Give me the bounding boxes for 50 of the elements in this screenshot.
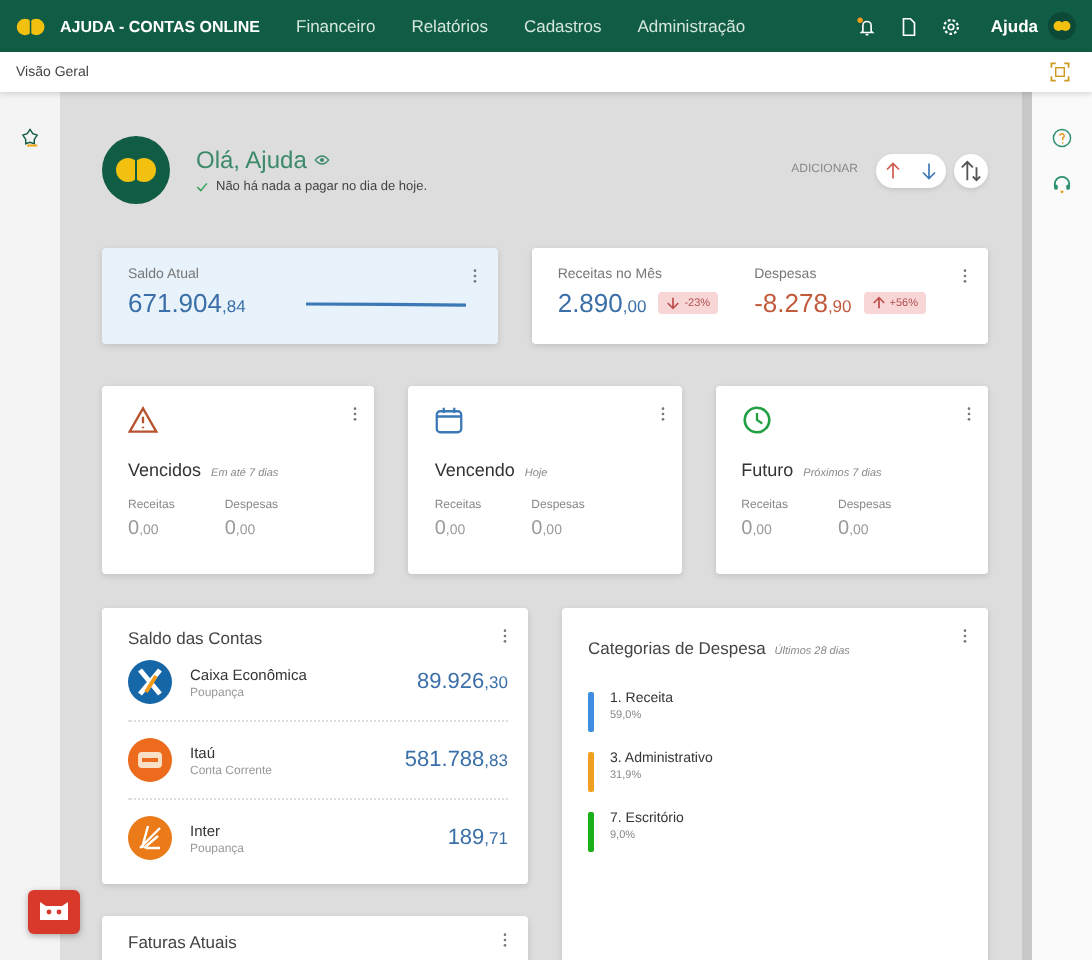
clock-icon [741, 406, 772, 434]
more-icon[interactable] [502, 932, 508, 948]
menu-item[interactable]: Relatórios [411, 16, 488, 36]
user-avatar-icon[interactable] [1048, 12, 1076, 40]
settings-icon[interactable] [940, 15, 963, 37]
warning-icon [128, 406, 158, 434]
bot-face-icon [38, 900, 70, 924]
bell-icon[interactable] [856, 15, 879, 37]
account-balance: 89.926,30 [417, 670, 508, 694]
fullscreen-icon[interactable] [1050, 62, 1070, 82]
greeting-title: Olá, Ajuda [196, 146, 307, 174]
more-icon[interactable] [471, 268, 478, 284]
account-balance: 581.788,83 [404, 748, 508, 772]
more-icon[interactable] [502, 628, 508, 644]
bank-logo-icon [128, 738, 172, 782]
card-title: Saldo das Contas [128, 628, 263, 648]
more-icon[interactable] [962, 628, 968, 644]
more-icon[interactable] [659, 406, 666, 422]
menu-item[interactable]: Administração [637, 16, 746, 36]
period-title: Vencidos [128, 460, 202, 480]
more-icon[interactable] [962, 268, 968, 284]
document-icon[interactable] [898, 15, 921, 37]
headset-icon[interactable] [1052, 174, 1072, 194]
chat-bot-button[interactable] [28, 890, 80, 934]
menu-item[interactable]: Cadastros [523, 16, 602, 36]
arrow-down-icon[interactable] [920, 161, 938, 179]
eye-icon[interactable] [314, 154, 331, 166]
card-title: Faturas Atuais [128, 932, 237, 952]
transfer-icon [960, 159, 982, 181]
help-icon[interactable] [1052, 128, 1072, 148]
period-title: Vencendo [434, 460, 515, 480]
calendar-icon [434, 406, 465, 434]
check-icon [196, 182, 208, 192]
bank-logo-icon [128, 660, 172, 704]
more-icon[interactable] [965, 406, 972, 422]
period-title: Futuro [741, 460, 794, 480]
arrow-up-icon[interactable] [884, 161, 902, 179]
bank-logo-icon [128, 816, 172, 860]
brand-title: AJUDA - CONTAS ONLINE [60, 17, 260, 35]
logo-icon [16, 15, 46, 37]
balance-value: 671.904,84 [128, 288, 246, 318]
menu-item[interactable]: Financeiro [296, 16, 376, 36]
metric-value: -8.278,90 [754, 288, 852, 318]
transfer-button[interactable] [954, 153, 988, 187]
user-name[interactable]: Ajuda [990, 16, 1038, 36]
account-balance: 189,71 [447, 826, 508, 850]
more-icon[interactable] [352, 406, 359, 422]
metric-value: 2.890,00 [557, 288, 647, 318]
avatar-logo-icon [102, 136, 170, 204]
card-title: Categorias de Despesa [588, 638, 766, 658]
